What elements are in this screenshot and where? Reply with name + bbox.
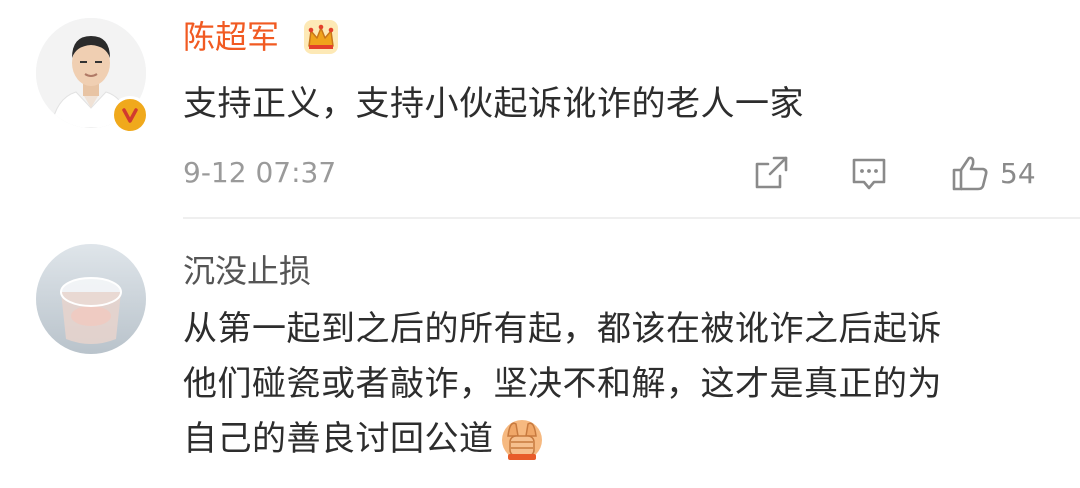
like-icon [952,156,988,191]
divider [183,217,1080,219]
comment-item-1: 陈超军 支持正义，支持小伙起诉讹诈的老人一家 9-12 07:37 54 [0,0,1080,220]
username[interactable]: 陈超军 [183,17,279,57]
share-icon [755,156,788,189]
comment-icon [852,158,886,190]
comment-text: 支持正义，支持小伙起诉讹诈的老人一家 [183,84,804,124]
username[interactable]: 沉没止损 [183,251,311,291]
comment-button[interactable] [850,152,888,194]
comment-text-line: 自己的善良讨回公道 [183,419,494,459]
avatar[interactable] [36,244,146,354]
verified-badge [111,96,149,134]
comment-timestamp: 9-12 07:37 [183,156,337,189]
comment-text-line: 从第一起到之后的所有起，都该在被讹诈之后起诉 [183,309,942,349]
crown-icon [304,20,338,54]
like-button[interactable]: 54 [950,152,1036,194]
share-button[interactable] [752,152,790,194]
fist-bump-emoji [501,419,542,460]
comment-text: 从第一起到之后的所有起，都该在被讹诈之后起诉 他们碰瓷或者敲诈，坚决不和解，这才… [183,302,1063,467]
comment-text-line: 他们碰瓷或者敲诈，坚决不和解，这才是真正的为 [183,364,942,404]
comment-text-line-last: 自己的善良讨回公道 [183,412,1063,467]
comment-item-2: 沉没止损 从第一起到之后的所有起，都该在被讹诈之后起诉 他们碰瓷或者敲诈，坚决不… [0,220,1080,488]
like-count: 54 [1000,156,1036,190]
